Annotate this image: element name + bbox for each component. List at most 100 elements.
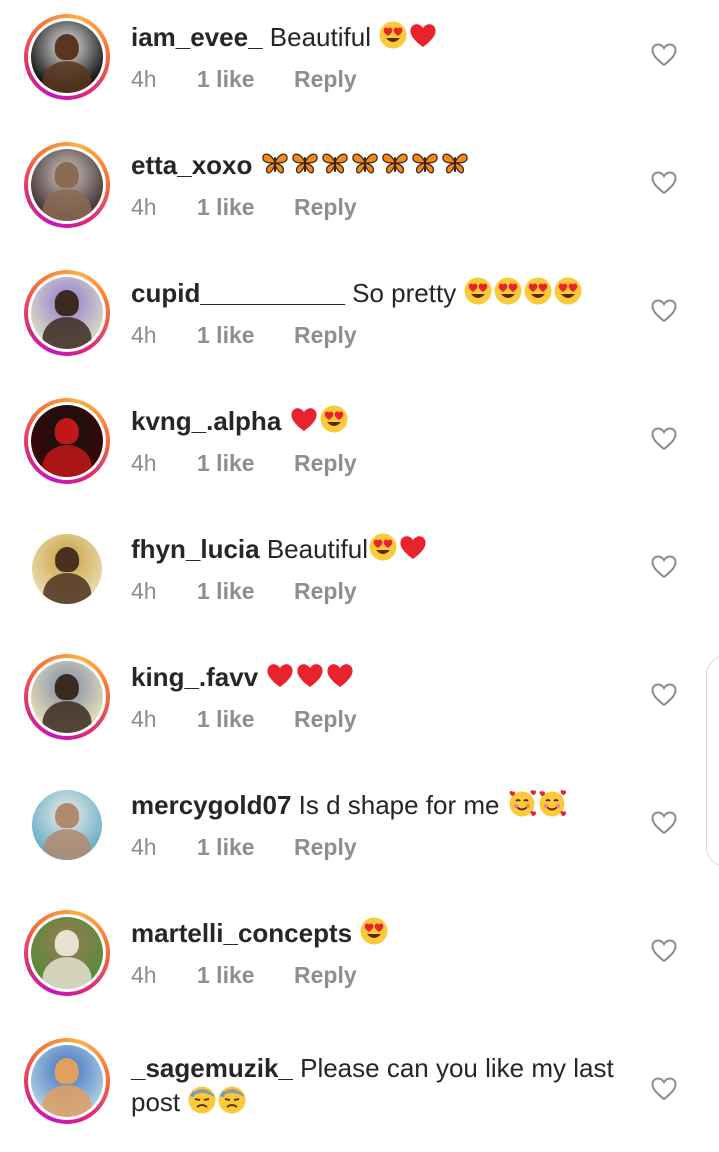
- comment-meta: 4h 1 like Reply: [131, 706, 357, 733]
- comment-meta: 4h 1 like Reply: [131, 834, 357, 861]
- downcast-sweat-emoji: [217, 1085, 247, 1123]
- reply-button[interactable]: Reply: [294, 194, 357, 221]
- butterfly-emoji: [410, 148, 440, 186]
- like-heart-icon[interactable]: [651, 939, 677, 963]
- comment-username[interactable]: fhyn_lucia: [131, 534, 260, 564]
- reply-button[interactable]: Reply: [294, 834, 357, 861]
- like-heart-icon[interactable]: [651, 683, 677, 707]
- comment-item: fhyn_lucia Beautiful 4h 1 like Reply: [0, 512, 719, 640]
- smiling-face-hearts-emoji: [507, 788, 537, 826]
- comment-time: 4h: [131, 450, 157, 476]
- avatar-story-ring[interactable]: [24, 910, 110, 996]
- avatar-image: [31, 149, 103, 221]
- comment-text: kvng_.alpha: [131, 404, 621, 442]
- comment-time: 4h: [131, 834, 157, 860]
- comment-body: [252, 150, 259, 180]
- like-count-link[interactable]: 1 like: [197, 322, 294, 349]
- red-heart-emoji: [325, 660, 355, 698]
- comment-username[interactable]: mercygold07: [131, 790, 291, 820]
- reply-button[interactable]: Reply: [294, 962, 357, 989]
- avatar-story-ring[interactable]: [24, 270, 110, 356]
- butterfly-emoji: [260, 148, 290, 186]
- comment-time: 4h: [131, 322, 157, 348]
- comment-text: iam_evee_ Beautiful: [131, 20, 621, 58]
- like-heart-icon[interactable]: [651, 299, 677, 323]
- avatar-story-ring[interactable]: [24, 398, 110, 484]
- heart-eyes-emoji: [553, 276, 583, 314]
- avatar-image: [31, 661, 103, 733]
- avatar-image: [31, 917, 103, 989]
- butterfly-emoji: [350, 148, 380, 186]
- like-heart-icon[interactable]: [651, 43, 677, 67]
- comment-text: king_.favv: [131, 660, 621, 698]
- comment-username[interactable]: etta_xoxo: [131, 150, 252, 180]
- reply-button[interactable]: Reply: [294, 706, 357, 733]
- comment-body: [352, 918, 359, 948]
- heart-eyes-emoji: [368, 532, 398, 570]
- avatar-image: [31, 1045, 103, 1117]
- like-count-link[interactable]: 1 like: [197, 962, 294, 989]
- avatar-image: [31, 277, 103, 349]
- avatar[interactable]: [24, 782, 110, 868]
- comment-username[interactable]: _sagemuzik_: [131, 1053, 293, 1083]
- like-count-link[interactable]: 1 like: [197, 450, 294, 477]
- avatar-story-ring[interactable]: [24, 14, 110, 100]
- comment-meta: 4h 1 like Reply: [131, 66, 357, 93]
- heart-eyes-emoji: [493, 276, 523, 314]
- comment-body: So pretty: [344, 278, 464, 308]
- red-heart-emoji: [398, 532, 428, 570]
- like-heart-icon[interactable]: [651, 1077, 677, 1101]
- comment-meta: 4h 1 like Reply: [131, 578, 357, 605]
- avatar-image: [31, 21, 103, 93]
- comment-item: cupid__________ So pretty 4h 1 like Reply: [0, 256, 719, 384]
- avatar-image: [32, 790, 102, 860]
- comment-item: etta_xoxo 4h 1 like Reply: [0, 128, 719, 256]
- comment-item: mercygold07 Is d shape for me 4h 1 like Re…: [0, 768, 719, 896]
- like-heart-icon[interactable]: [651, 555, 677, 579]
- comment-time: 4h: [131, 578, 157, 604]
- like-heart-icon[interactable]: [651, 171, 677, 195]
- comment-text: etta_xoxo: [131, 148, 621, 186]
- comment-body: Beautiful: [259, 534, 368, 564]
- red-heart-emoji: [295, 660, 325, 698]
- scroll-handle[interactable]: [706, 655, 719, 867]
- downcast-sweat-emoji: [187, 1085, 217, 1123]
- comment-username[interactable]: martelli_concepts: [131, 918, 352, 948]
- avatar-image: [31, 405, 103, 477]
- comment-item: king_.favv 4h 1 like Reply: [0, 640, 719, 768]
- avatar-story-ring[interactable]: [24, 1038, 110, 1124]
- reply-button[interactable]: Reply: [294, 450, 357, 477]
- butterfly-emoji: [290, 148, 320, 186]
- reply-button[interactable]: Reply: [294, 578, 357, 605]
- red-heart-emoji: [265, 660, 295, 698]
- reply-button[interactable]: Reply: [294, 322, 357, 349]
- comment-text: martelli_concepts: [131, 916, 621, 954]
- comment-time: 4h: [131, 962, 157, 988]
- comment-time: 4h: [131, 194, 157, 220]
- avatar-story-ring[interactable]: [24, 654, 110, 740]
- like-count-link[interactable]: 1 like: [197, 194, 294, 221]
- comment-meta: 4h 1 like Reply: [131, 194, 357, 221]
- reply-button[interactable]: Reply: [294, 66, 357, 93]
- avatar-story-ring[interactable]: [24, 142, 110, 228]
- smiling-face-hearts-emoji: [537, 788, 567, 826]
- comment-username[interactable]: kvng_.alpha: [131, 406, 281, 436]
- butterfly-emoji: [380, 148, 410, 186]
- like-count-link[interactable]: 1 like: [197, 834, 294, 861]
- comment-text: _sagemuzik_ Please can you like my last …: [131, 1052, 621, 1123]
- like-count-link[interactable]: 1 like: [197, 706, 294, 733]
- comment-time: 4h: [131, 66, 157, 92]
- butterfly-emoji: [440, 148, 470, 186]
- comment-username[interactable]: iam_evee_: [131, 22, 263, 52]
- comment-item: martelli_concepts 4h 1 like Reply: [0, 896, 719, 1024]
- like-count-link[interactable]: 1 like: [197, 66, 294, 93]
- heart-eyes-emoji: [319, 404, 349, 442]
- like-heart-icon[interactable]: [651, 427, 677, 451]
- comment-item: kvng_.alpha 4h 1 like Reply: [0, 384, 719, 512]
- like-count-link[interactable]: 1 like: [197, 578, 294, 605]
- like-heart-icon[interactable]: [651, 811, 677, 835]
- comment-username[interactable]: king_.favv: [131, 662, 258, 692]
- avatar[interactable]: [24, 526, 110, 612]
- comment-username[interactable]: cupid__________: [131, 278, 345, 308]
- butterfly-emoji: [320, 148, 350, 186]
